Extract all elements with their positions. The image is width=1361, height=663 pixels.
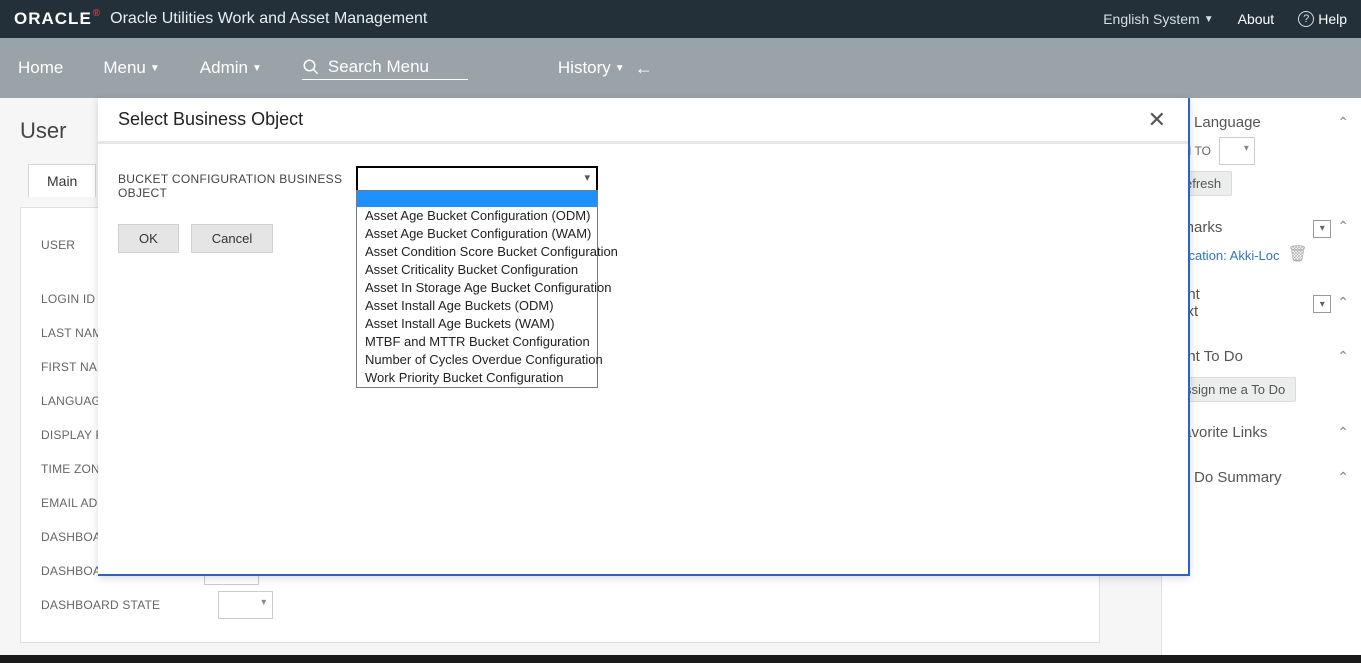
dropdown-square-icon[interactable]: ▾: [1313, 220, 1331, 238]
button-row: OK Cancel: [118, 224, 1168, 253]
side-switch-language: ch Language⌃ CH TO efresh: [1174, 108, 1349, 196]
collapse-icon[interactable]: ⌃: [1337, 348, 1349, 365]
nav-history[interactable]: History ▼ ←: [558, 58, 653, 79]
dropdown-option[interactable]: Asset Condition Score Bucket Configurati…: [357, 243, 597, 261]
language-label: English System: [1103, 11, 1199, 27]
search-icon: [302, 58, 320, 76]
collapse-icon[interactable]: ⌃: [1337, 469, 1349, 486]
modal-title: Select Business Object: [118, 109, 303, 130]
right-sidebar: ch Language⌃ CH TO efresh kmarks ▾⌃ Loca…: [1161, 98, 1361, 663]
brand-logo: ORACLE®: [14, 9, 100, 29]
nav-menu-label: Menu: [103, 58, 146, 78]
dropdown-option[interactable]: Asset Age Bucket Configuration (ODM): [357, 207, 597, 225]
collapse-icon[interactable]: ⌃: [1337, 218, 1349, 234]
dropdown-option[interactable]: Asset Criticality Bucket Configuration: [357, 261, 597, 279]
collapse-icon[interactable]: ⌃: [1337, 114, 1349, 131]
side-context: rent text ▾⌃: [1174, 280, 1349, 326]
about-link[interactable]: About: [1238, 11, 1275, 27]
cancel-button[interactable]: Cancel: [191, 224, 273, 253]
dropdown-option[interactable]: MTBF and MTTR Bucket Configuration: [357, 333, 597, 351]
taskbar: [0, 655, 1361, 663]
bucket-config-label: BUCKET CONFIGURATION BUSINESS OBJECT: [118, 166, 356, 200]
dropdown-option[interactable]: Work Priority Bucket Configuration: [357, 369, 597, 387]
language-switcher[interactable]: English System ▼: [1103, 11, 1213, 27]
dropdown-option[interactable]: Asset Age Bucket Configuration (WAM): [357, 225, 597, 243]
modal-header: Select Business Object ✕: [98, 98, 1188, 144]
side-favorite-links: Favorite Links⌃: [1174, 418, 1349, 447]
dropdown-option[interactable]: Asset Install Age Buckets (ODM): [357, 297, 597, 315]
chevron-down-icon: ▼: [615, 63, 625, 74]
nav-admin[interactable]: Admin ▼: [200, 58, 262, 78]
dropdown-square-icon[interactable]: ▾: [1313, 295, 1331, 313]
menu-bar: Home Menu ▼ Admin ▼ History ▼ ←: [0, 38, 1361, 98]
dropdown-option[interactable]: [357, 191, 597, 207]
nav-admin-label: Admin: [200, 58, 248, 78]
chevron-down-icon: ▼: [150, 63, 160, 74]
bucket-config-dropdown[interactable]: Asset Age Bucket Configuration (ODM)Asse…: [356, 190, 598, 388]
collapse-icon[interactable]: ⌃: [1337, 294, 1349, 310]
back-arrow-icon[interactable]: ←: [635, 58, 653, 79]
collapse-icon[interactable]: ⌃: [1337, 424, 1349, 441]
side-current-todo: rent To Do⌃ ssign me a To Do: [1174, 342, 1349, 402]
dashboard-state-select[interactable]: [218, 591, 273, 619]
help-icon: ?: [1298, 11, 1314, 27]
select-business-object-modal: Select Business Object ✕ BUCKET CONFIGUR…: [98, 98, 1190, 576]
product-title: Oracle Utilities Work and Asset Manageme…: [110, 10, 427, 28]
modal-body: BUCKET CONFIGURATION BUSINESS OBJECT Ass…: [98, 144, 1188, 275]
close-icon[interactable]: ✕: [1148, 109, 1166, 131]
top-banner: ORACLE® Oracle Utilities Work and Asset …: [0, 0, 1361, 38]
ok-button[interactable]: OK: [118, 224, 179, 253]
dropdown-option[interactable]: Asset Install Age Buckets (WAM): [357, 315, 597, 333]
search-menu[interactable]: [302, 57, 468, 80]
label-user: USER: [41, 238, 75, 252]
help-label: Help: [1318, 11, 1347, 27]
help-link[interactable]: ? Help: [1298, 11, 1347, 27]
nav-history-label: History: [558, 58, 611, 78]
tab-main[interactable]: Main: [28, 164, 96, 197]
field-row: BUCKET CONFIGURATION BUSINESS OBJECT Ass…: [118, 166, 1168, 200]
trash-icon[interactable]: 🗑: [1288, 244, 1308, 264]
assign-todo-button[interactable]: ssign me a To Do: [1174, 377, 1296, 402]
chevron-down-icon: ▼: [1204, 14, 1214, 25]
label-email: EMAIL ADD: [41, 496, 106, 510]
dropdown-option[interactable]: Number of Cycles Overdue Configuration: [357, 351, 597, 369]
search-input[interactable]: [328, 57, 468, 77]
side-title: To Do Summary: [1174, 469, 1282, 486]
label-login: LOGIN ID: [41, 292, 95, 306]
language-select[interactable]: [1219, 137, 1255, 165]
nav-home[interactable]: Home: [18, 58, 63, 78]
brand-text: ORACLE: [14, 9, 92, 29]
label-dash3: DASHBOARD STATE: [41, 598, 160, 612]
side-bookmarks: kmarks ▾⌃ Location: Akki-Loc 🗑: [1174, 212, 1349, 264]
side-todo-summary: To Do Summary ⌃: [1174, 463, 1349, 492]
dropdown-option[interactable]: Asset In Storage Age Bucket Configuratio…: [357, 279, 597, 297]
chevron-down-icon: ▼: [252, 63, 262, 74]
nav-menu[interactable]: Menu ▼: [103, 58, 159, 78]
bucket-config-combo[interactable]: [356, 166, 598, 192]
